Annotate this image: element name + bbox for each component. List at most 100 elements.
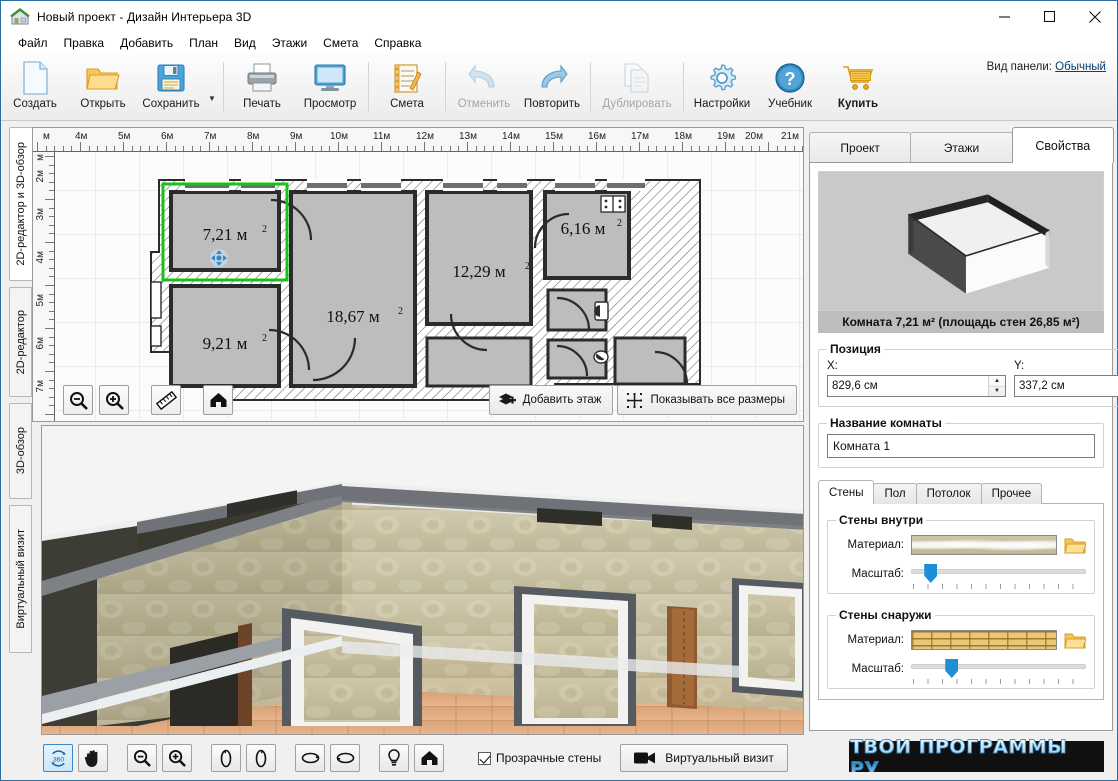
ruler-label: 21м <box>781 131 799 142</box>
3d-view[interactable] <box>41 425 804 735</box>
rotate-right-button[interactable] <box>246 744 276 772</box>
y-label: Y: <box>1014 360 1025 372</box>
tilt-down-button[interactable] <box>330 744 360 772</box>
zoom-out-icon <box>69 391 88 410</box>
slider-thumb[interactable] <box>945 659 959 678</box>
toolbar-button-save[interactable]: Сохранить <box>137 54 205 120</box>
maximize-button[interactable] <box>1027 1 1072 32</box>
slider-thumb[interactable] <box>924 564 938 583</box>
virtual-visit-button[interactable]: Виртуальный визит <box>620 744 788 772</box>
sidebar-tab-2d-editor[interactable]: 2D-редактор <box>9 287 32 397</box>
spin-down-icon[interactable]: ▼ <box>989 387 1005 397</box>
menu-item-estimate[interactable]: Смета <box>315 34 366 53</box>
rotate-left-button[interactable] <box>211 744 241 772</box>
subtab-floor[interactable]: Пол <box>873 483 917 504</box>
spin-up-icon[interactable]: ▲ <box>989 376 1005 387</box>
subtab-ceiling[interactable]: Потолок <box>915 483 982 504</box>
subtab-walls[interactable]: Стены <box>818 480 875 504</box>
zoom-out-button-3d[interactable] <box>127 744 157 772</box>
subtab-other[interactable]: Прочее <box>980 483 1043 504</box>
transparent-walls-checkbox[interactable]: Прозрачные стены <box>478 751 601 765</box>
toolbar-button-print[interactable]: Печать <box>228 54 296 120</box>
panel-view-value-link[interactable]: Обычный <box>1055 61 1106 73</box>
toolbar-label: Повторить <box>523 98 581 110</box>
inside-scale-slider[interactable] <box>911 564 1086 589</box>
show-all-sizes-button[interactable]: Показывать все размеры <box>617 385 797 415</box>
y-spinner[interactable]: ▲ ▼ <box>1014 375 1118 397</box>
zoom-in-button[interactable] <box>99 385 129 415</box>
floor-plan-canvas[interactable]: 7,21 м 2 18,67 м 2 9,21 м 2 12,29 м 2 6,… <box>55 152 803 421</box>
menu-item-floors[interactable]: Этажи <box>264 34 315 53</box>
add-floor-icon <box>498 392 516 409</box>
ruler-label: 14м <box>502 131 520 142</box>
video-camera-icon <box>634 751 656 765</box>
tab-floors[interactable]: Этажи <box>910 132 1013 163</box>
menu-item-help[interactable]: Справка <box>366 34 429 53</box>
ruler-tool-button[interactable] <box>151 385 181 415</box>
open-folder-icon[interactable] <box>1064 536 1086 555</box>
home-view-button[interactable] <box>414 744 444 772</box>
tab-properties[interactable]: Свойства <box>1011 127 1114 163</box>
toolbar-label: Сохранить <box>142 98 200 110</box>
pan-hand-button[interactable] <box>78 744 108 772</box>
x-spinner[interactable]: ▲ ▼ <box>827 375 1006 397</box>
vertical-ruler[interactable]: м 2м 3м 4м 5м 6м 7м <box>33 152 55 421</box>
menu-item-file[interactable]: Файл <box>10 34 56 53</box>
open-folder-icon[interactable] <box>1064 631 1086 650</box>
toolbar-label: Учебник <box>768 98 812 110</box>
svg-text:2: 2 <box>398 306 403 317</box>
zoom-in-button-3d[interactable] <box>162 744 192 772</box>
room-name-input[interactable] <box>827 434 1095 458</box>
tab-project[interactable]: Проект <box>809 132 912 163</box>
outside-material-label: Материал: <box>847 634 904 646</box>
add-floor-button[interactable]: Добавить этаж <box>488 385 614 415</box>
svg-text:2: 2 <box>262 224 267 235</box>
horizontal-ruler[interactable]: м 4м 5м 6м 7м 8м 9м 10м 11м 12м 13м 14м … <box>33 128 803 152</box>
toolbar-button-settings[interactable]: Настройки <box>688 54 756 120</box>
walls-outside-group: Стены снаружи Материал: Масштаб: <box>827 608 1095 689</box>
sidebar-tab-3d-view[interactable]: 3D-обзор <box>9 403 32 499</box>
toolbar-button-tutorial[interactable]: ? Учебник <box>756 54 824 120</box>
inside-material-row: Материал: <box>836 535 1086 555</box>
toolbar-separator <box>590 62 591 112</box>
light-bulb-button[interactable] <box>379 744 409 772</box>
toolbar-button-preview[interactable]: Просмотр <box>296 54 364 120</box>
toolbar-button-buy[interactable]: Купить <box>824 54 892 120</box>
zoom-out-button[interactable] <box>63 385 93 415</box>
outside-material-swatch[interactable] <box>911 630 1057 650</box>
x-input[interactable] <box>828 376 988 396</box>
toolbar-button-redo[interactable]: Повторить <box>518 54 586 120</box>
close-button[interactable] <box>1072 1 1117 32</box>
toolbar-button-new[interactable]: Создать <box>1 54 69 120</box>
zoom-out-icon <box>133 749 151 767</box>
x-spinner-arrows[interactable]: ▲ ▼ <box>988 376 1005 396</box>
sidebar-tab-virtual-visit[interactable]: Виртуальный визит <box>9 505 32 653</box>
plan-home-button[interactable] <box>203 385 233 415</box>
ruler-label: 2м <box>35 170 46 183</box>
minimize-button[interactable] <box>982 1 1027 32</box>
menu-item-plan[interactable]: План <box>181 34 226 53</box>
inside-material-swatch[interactable] <box>911 535 1057 555</box>
menu-item-view[interactable]: Вид <box>226 34 264 53</box>
y-input[interactable] <box>1015 376 1118 396</box>
ruler-label: 8м <box>247 131 260 142</box>
orbit-360-icon: 360 <box>49 749 68 768</box>
toolbar-button-open[interactable]: Открыть <box>69 54 137 120</box>
toolbar-button-duplicate[interactable]: Дублировать <box>595 54 679 120</box>
outside-scale-row: Масштаб: <box>836 659 1086 684</box>
menu-item-add[interactable]: Добавить <box>112 34 181 53</box>
tilt-up-button[interactable] <box>295 744 325 772</box>
toolbar-button-estimate[interactable]: Смета <box>373 54 441 120</box>
sidebar-tab-2d-and-3d[interactable]: 2D-редактор и 3D-обзор <box>9 127 33 281</box>
svg-text:2: 2 <box>262 333 267 344</box>
plan-tool-buttons <box>63 385 233 415</box>
chevron-down-icon[interactable]: ▼ <box>205 54 219 120</box>
ruler-label: 17м <box>631 131 649 142</box>
orbit-360-button[interactable]: 360 <box>43 744 73 772</box>
ruler-label: 12м <box>416 131 434 142</box>
outside-scale-slider[interactable] <box>911 659 1086 684</box>
toolbar-button-undo[interactable]: Отменить <box>450 54 518 120</box>
menu-item-edit[interactable]: Правка <box>56 34 113 53</box>
add-floor-label: Добавить этаж <box>522 394 602 406</box>
walls-outside-legend: Стены снаружи <box>839 608 932 622</box>
